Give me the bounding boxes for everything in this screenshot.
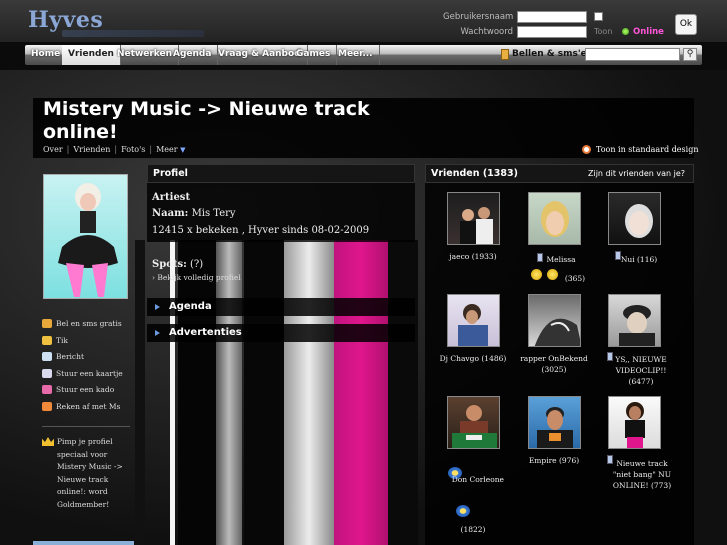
password-input[interactable]	[517, 26, 587, 38]
friend-name[interactable]: rapper OnBekend (3025)	[518, 353, 590, 375]
friend-photo[interactable]	[528, 192, 581, 245]
friend-photo[interactable]	[608, 396, 661, 449]
search-button[interactable]: ⚲	[683, 48, 697, 61]
envelope-icon	[42, 352, 52, 361]
subnav-over[interactable]: Over	[43, 145, 63, 154]
sidebar-divider	[42, 426, 130, 427]
friend-name[interactable]: jaeco (1933)	[437, 251, 509, 262]
full-profile-row: › Bekijk volledig profiel	[152, 273, 241, 282]
friends-check-link[interactable]: Zijn dit vrienden van je?	[588, 165, 685, 182]
profile-subnav: Over | Vrienden | Foto's | Meer ▼	[43, 145, 186, 154]
globe-icon	[456, 505, 470, 517]
action-kado[interactable]: Stuur een kado	[42, 384, 132, 401]
subnav-fotos[interactable]: Foto's	[121, 145, 145, 154]
friend-name[interactable]: Don Corleone	[448, 474, 504, 485]
phone-icon	[42, 319, 52, 328]
page-title: Mistery Music -> Nieuwe track online!	[43, 98, 370, 143]
friends-header: Vrienden (1383) Zijn dit vrienden van je…	[425, 164, 694, 183]
friend-photo[interactable]	[447, 396, 500, 449]
standard-design-link[interactable]: Toon in standaard design	[596, 145, 698, 154]
action-kaartje[interactable]: Stuur een kaartje	[42, 368, 132, 385]
profile-avatar[interactable]	[43, 174, 128, 299]
spots-help[interactable]: (?)	[190, 259, 203, 270]
nav-home[interactable]: Home	[25, 45, 68, 65]
friend-photo[interactable]	[447, 294, 500, 347]
friend-name[interactable]: YS,, NIEUWE VIDEOCLIP!! (6477)	[603, 354, 679, 387]
friend-name[interactable]: Nieuwe track "niet bang" NU ONLINE! (773…	[608, 458, 676, 491]
sidebar-bottom-bar	[33, 541, 134, 545]
friend-name[interactable]: Melissa	[531, 254, 591, 265]
remember-checkbox[interactable]	[594, 12, 603, 21]
username-input[interactable]	[517, 11, 587, 23]
profile-stats: 12415 x bekeken , Hyver sinds 08-02-2009	[152, 225, 370, 236]
profile-name-row: Naam: Mis Tery	[152, 208, 236, 219]
friend-name[interactable]: Nui (116)	[604, 254, 674, 265]
profile-type: Artiest	[152, 192, 191, 203]
friend-name[interactable]: Empire (976)	[518, 455, 590, 466]
friend-photo[interactable]	[447, 192, 500, 245]
expand-icon	[155, 304, 160, 310]
toon-label: Toon	[594, 27, 613, 36]
friend-photo[interactable]	[528, 294, 581, 347]
friend-photo[interactable]	[608, 192, 661, 245]
login-ok-button[interactable]: Ok	[675, 14, 697, 35]
pimp-profile-link[interactable]: Pimp je profiel speciaal voor Mistery Mu…	[57, 436, 127, 511]
chevron-down-icon[interactable]: ▼	[180, 146, 185, 154]
friend-name[interactable]: Dj Chavgo (1486)	[437, 353, 509, 364]
search-input[interactable]	[585, 48, 680, 61]
online-status-label[interactable]: Online	[633, 27, 664, 37]
subnav-meer[interactable]: Meer	[156, 145, 177, 154]
spots-label: Spots:	[152, 259, 187, 270]
friend-photo[interactable]	[528, 396, 581, 449]
search-icon: ⚲	[686, 49, 694, 59]
calendar-icon	[42, 401, 52, 411]
agenda-section[interactable]: Agenda	[147, 298, 415, 316]
spots-row: Spots: (?)	[152, 259, 203, 270]
profile-actions: Bel en sms gratis Tik Bericht Stuur een …	[42, 318, 132, 417]
full-profile-link[interactable]: Bekijk volledig profiel	[157, 273, 240, 282]
nav-meer[interactable]: Meer...	[332, 45, 380, 65]
subnav-vrienden[interactable]: Vrienden	[73, 145, 110, 154]
gift-icon	[42, 385, 52, 394]
card-icon	[42, 368, 52, 378]
friend-photo[interactable]	[608, 294, 661, 347]
tik-hand-icon	[42, 335, 52, 345]
nav-games[interactable]: Games	[290, 45, 338, 65]
design-toggle-icon[interactable]	[582, 145, 591, 154]
action-reken-af[interactable]: Reken af met Ms	[42, 401, 132, 418]
action-bericht[interactable]: Bericht	[42, 351, 132, 368]
phone-icon	[501, 49, 509, 60]
friends-title: Vrienden (1383)	[431, 168, 518, 179]
bellen-sms-link[interactable]: Bellen & sms'en	[512, 49, 593, 59]
online-status-icon	[622, 28, 629, 35]
advertenties-section[interactable]: Advertenties	[147, 324, 415, 342]
smiley-icon	[531, 269, 542, 280]
action-tik[interactable]: Tik	[42, 335, 132, 352]
friend-count: (1822)	[460, 525, 486, 534]
name-value: Mis Tery	[191, 208, 236, 219]
nav-agenda[interactable]: Agenda	[167, 45, 219, 65]
username-label: Gebruikersnaam	[443, 12, 514, 22]
name-label: Naam:	[152, 208, 189, 219]
logo-tagline-graphic	[62, 30, 204, 37]
profile-header: Profiel	[147, 164, 415, 183]
action-bel-sms[interactable]: Bel en sms gratis	[42, 318, 132, 335]
friend-count: (365)	[564, 274, 586, 283]
expand-icon	[155, 330, 160, 336]
password-label: Wachtwoord	[460, 27, 513, 37]
